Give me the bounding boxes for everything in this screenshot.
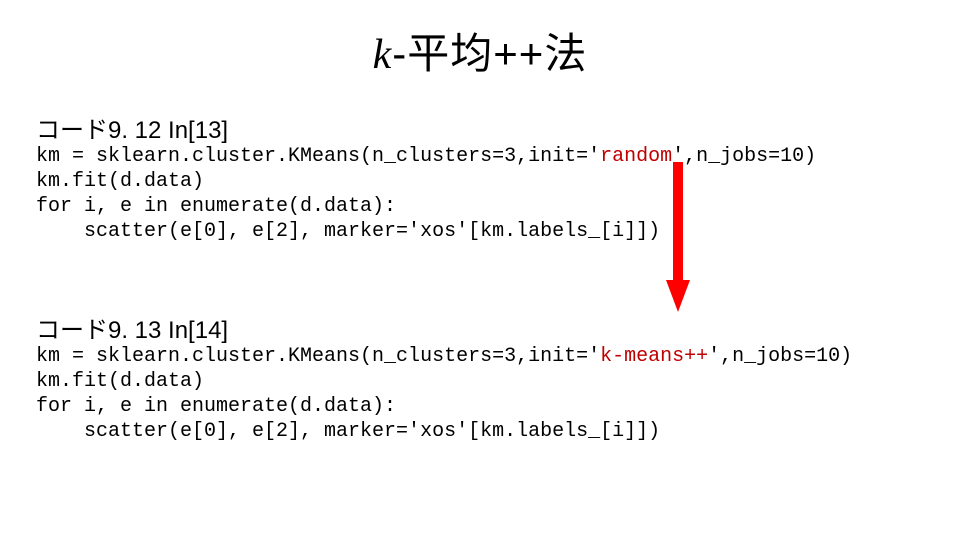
code2-line4: scatter(e[0], e[2], marker='xos'[km.labe… bbox=[36, 420, 660, 443]
code2-line1-highlight: k-means++ bbox=[600, 345, 708, 368]
code2-line3: for i, e in enumerate(d.data): bbox=[36, 395, 396, 418]
code2-line2: km.fit(d.data) bbox=[36, 370, 204, 393]
title-rest: -平均++法 bbox=[392, 30, 587, 77]
code1-line1-pre: km = sklearn.cluster.KMeans(n_clusters=3… bbox=[36, 145, 600, 168]
code-heading-1: コード9. 12 In[13] bbox=[36, 110, 228, 145]
code2-line1-pre: km = sklearn.cluster.KMeans(n_clusters=3… bbox=[36, 345, 600, 368]
code1-line1-post: ',n_jobs=10) bbox=[672, 145, 816, 168]
code2-line1-post: ',n_jobs=10) bbox=[708, 345, 852, 368]
code1-line2: km.fit(d.data) bbox=[36, 170, 204, 193]
slide-title: k-平均++法 bbox=[0, 20, 960, 81]
code-block-2: km = sklearn.cluster.KMeans(n_clusters=3… bbox=[36, 344, 940, 444]
title-k: k bbox=[373, 32, 393, 78]
code1-line3: for i, e in enumerate(d.data): bbox=[36, 195, 396, 218]
code-block-1: km = sklearn.cluster.KMeans(n_clusters=3… bbox=[36, 144, 940, 244]
code-heading-2: コード9. 13 In[14] bbox=[36, 310, 228, 345]
slide: k-平均++法 コード9. 12 In[13] km = sklearn.clu… bbox=[0, 0, 960, 540]
code1-line1-highlight: random bbox=[600, 145, 672, 168]
code1-line4: scatter(e[0], e[2], marker='xos'[km.labe… bbox=[36, 220, 660, 243]
